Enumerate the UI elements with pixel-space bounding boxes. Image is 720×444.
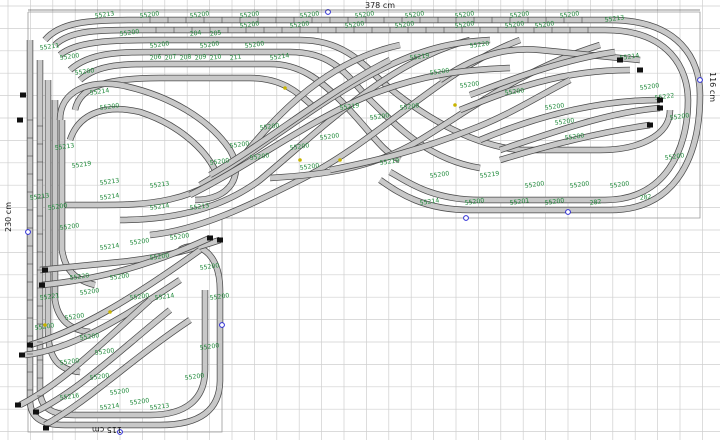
track-part-label: 55200 [664, 152, 685, 162]
track-part-label: 55200 [544, 197, 565, 207]
track-part-label: 55219 [71, 160, 92, 170]
track-part-label: 55200 [609, 180, 630, 190]
track-part-label: 55214 [154, 292, 175, 302]
track-part-label: 55219 [479, 170, 500, 180]
signal-icon [108, 310, 112, 314]
track-part-label: 55213 [149, 180, 170, 190]
track-part-label: 55200 [64, 312, 85, 322]
signal-icon [453, 103, 457, 107]
buffer-stop-icon [42, 267, 48, 273]
track-part-label: 55200 [79, 332, 100, 342]
track-part-label: 55219 [339, 102, 360, 112]
track-part-label: 211 [229, 53, 242, 62]
track-part-label: 55200 [209, 292, 230, 302]
buffer-stop-icon [43, 425, 49, 431]
track-part-label: 55200 [59, 222, 80, 232]
track-part-label: 205 [209, 29, 222, 38]
track-part-label: 55201 [509, 197, 530, 207]
track-part-label: 209 [194, 53, 207, 62]
track-part-label: 55214 [99, 192, 120, 202]
track-part-label: 55200 [569, 180, 590, 190]
track-part-label: 55200 [464, 197, 485, 207]
track-plan-canvas[interactable]: 55213 55200 55200 55200 55200 55200 55200 55200… [0, 0, 720, 440]
track-part-label: 55213 [54, 142, 75, 152]
dimension-bottom-width-label: 115 cm [92, 425, 122, 434]
signal-icon [283, 86, 287, 90]
dimension-marker-icon [25, 229, 31, 235]
track-part-label: 206 [149, 53, 162, 62]
track-part-label: 210 [209, 53, 222, 62]
buffer-stop-icon [657, 97, 663, 103]
track-part-label: 55214 [149, 202, 170, 212]
dimension-marker-icon [463, 215, 469, 221]
track-plan-svg[interactable]: 55213 55200 55200 55200 55200 55200 55200 55200… [0, 0, 720, 440]
track-part-label: 55200 [459, 80, 480, 90]
buffer-stop-icon [39, 282, 45, 288]
dimension-height-label: 230 cm [4, 202, 13, 232]
track-part-label: 55216 [59, 392, 80, 402]
track-part-label: 55200 [524, 180, 545, 190]
track-part-label: 55200 [109, 387, 130, 397]
track-part-label: 55200 [244, 40, 265, 50]
track-part-label: 55200 [119, 28, 140, 38]
buffer-stop-icon [217, 237, 223, 243]
track-part-label: 55214 [99, 242, 120, 252]
buffer-stop-icon [27, 342, 33, 348]
track-part-label: 208 [179, 53, 192, 62]
buffer-stop-icon [20, 92, 26, 98]
dimension-marker-icon [219, 322, 225, 328]
buffer-stop-icon [207, 235, 213, 241]
signal-icon [43, 323, 47, 327]
track-part-label: 204 [189, 29, 202, 38]
track-part-label: 55200 [199, 40, 220, 50]
track-part-label: 55200 [249, 152, 270, 162]
buffer-stop-icon [17, 117, 23, 123]
buffer-stop-icon [637, 67, 643, 73]
track-part-label: 55219 [379, 157, 400, 167]
track-part-label: 55200 [289, 142, 310, 152]
track-part-label: 55200 [129, 397, 150, 407]
buffer-stop-icon [617, 57, 623, 63]
track-part-label: 55214 [269, 52, 290, 62]
track-part-label: 55214 [99, 402, 120, 412]
buffer-stop-icon [19, 352, 25, 358]
track-part-label: 55200 [639, 82, 660, 92]
buffer-stop-icon [33, 409, 39, 415]
buffer-stop-icon [647, 122, 653, 128]
track-part-label: 55219 [409, 52, 430, 62]
track-part-label: 55200 [149, 252, 170, 262]
track-part-label: 55220 [469, 40, 490, 50]
dimension-marker-icon [325, 9, 331, 15]
track-part-label: 55200 [79, 287, 100, 297]
dimension-right-height-label: 116 cm [708, 72, 717, 102]
track-part-label: 55200 [149, 40, 170, 50]
track-part-label: 55200 [109, 272, 130, 282]
signal-icon [338, 158, 342, 162]
track-part-label: 55200 [429, 170, 450, 180]
track-part-label: 55200 [129, 237, 150, 247]
dimension-marker-icon [565, 209, 571, 215]
buffer-stop-icon [15, 402, 21, 408]
track-part-label: 207 [164, 53, 177, 62]
dimension-width-label: 378 cm [365, 1, 395, 10]
track-part-label: 282 [589, 198, 602, 207]
signal-icon [298, 158, 302, 162]
dimension-marker-icon [697, 77, 703, 83]
buffer-stop-icon [657, 105, 663, 111]
track-part-label: 55200 [59, 52, 80, 62]
track-part-label: 55200 [169, 232, 190, 242]
